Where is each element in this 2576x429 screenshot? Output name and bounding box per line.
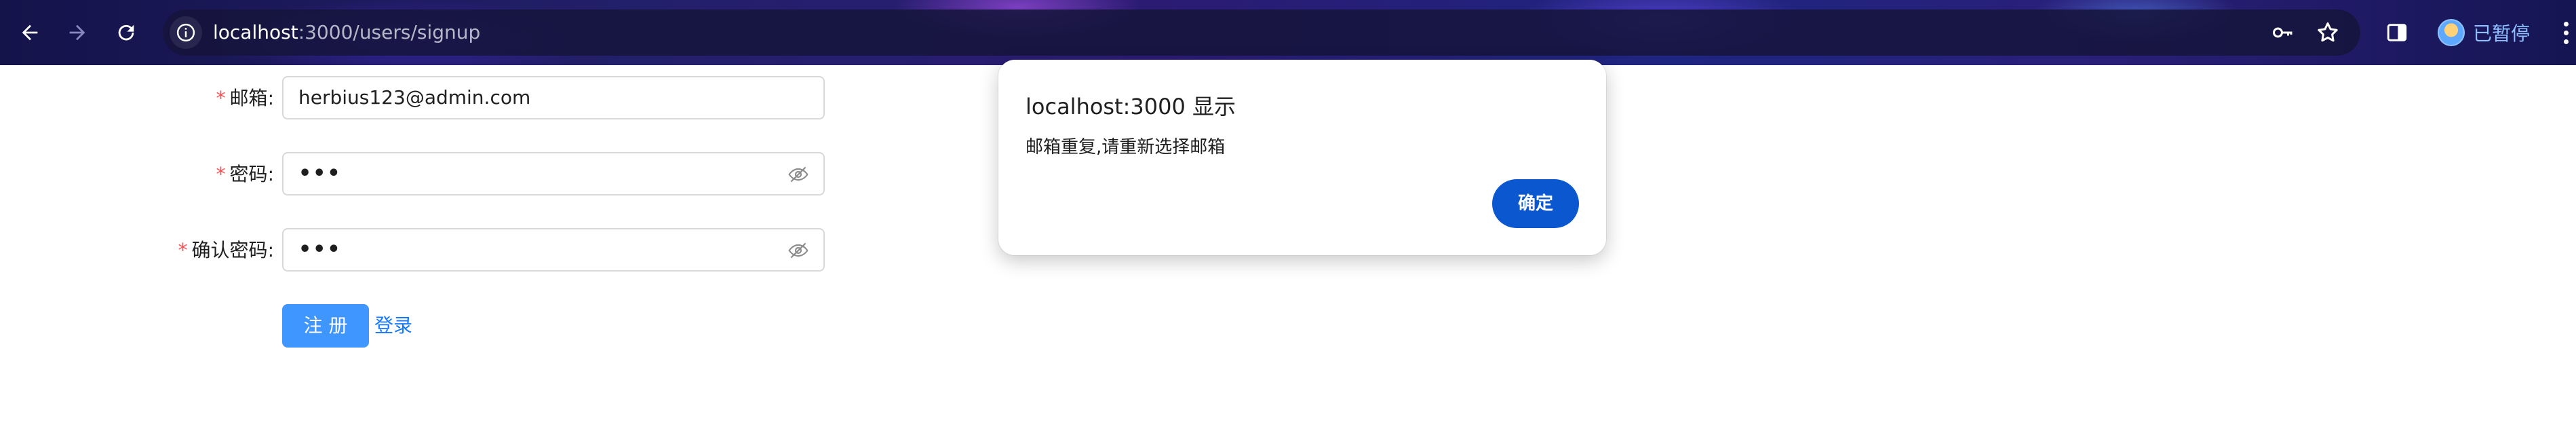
eye-off-icon <box>788 166 808 183</box>
url-host: localhost <box>213 21 298 43</box>
side-panel-button[interactable] <box>2382 18 2412 48</box>
password-visibility-toggle[interactable] <box>787 163 810 186</box>
password-key-button[interactable] <box>2269 19 2297 46</box>
password-label-text: 密码 <box>229 163 268 185</box>
dialog-ok-button[interactable]: 确定 <box>1492 179 1579 228</box>
label-colon: : <box>267 239 274 261</box>
password-field[interactable]: ••• <box>282 152 825 195</box>
profile-button[interactable]: 已暂停 <box>2438 12 2530 53</box>
profile-status-label: 已暂停 <box>2473 22 2531 45</box>
confirm-password-label: * 确认密码: <box>136 228 274 273</box>
more-menu-icon[interactable] <box>2556 16 2576 49</box>
eye-off-icon <box>788 242 808 259</box>
forward-arrow-icon <box>69 24 85 41</box>
star-icon <box>2318 22 2338 42</box>
site-info-button[interactable] <box>170 16 202 49</box>
reload-button[interactable] <box>109 15 144 50</box>
label-colon: : <box>267 163 274 185</box>
signup-button[interactable]: 注 册 <box>282 304 369 348</box>
dialog-title: localhost:3000 显示 <box>1026 94 1236 119</box>
label-colon: : <box>267 87 274 109</box>
forward-button[interactable] <box>60 15 95 50</box>
bookmark-button[interactable] <box>2314 19 2341 46</box>
back-button[interactable] <box>12 15 47 50</box>
email-field[interactable]: herbius123@admin.com <box>282 76 825 119</box>
confirm-password-label-text: 确认密码 <box>191 239 268 261</box>
email-value: herbius123@admin.com <box>298 86 531 109</box>
back-arrow-icon <box>22 24 38 41</box>
alert-dialog: localhost:3000 显示 邮箱重复,请重新选择邮箱 确定 <box>998 60 1606 255</box>
reload-icon <box>118 24 134 41</box>
key-icon <box>2273 27 2292 38</box>
login-link[interactable]: 登录 <box>374 304 412 348</box>
confirm-password-visibility-toggle[interactable] <box>787 239 810 262</box>
password-value: ••• <box>298 162 342 185</box>
email-label: * 邮箱: <box>203 76 274 121</box>
side-panel-icon <box>2387 24 2407 41</box>
info-icon <box>176 23 195 42</box>
dialog-message: 邮箱重复,请重新选择邮箱 <box>1026 137 1226 157</box>
address-bar[interactable]: localhost:3000/users/signup <box>163 10 2360 56</box>
required-mark: * <box>216 163 226 185</box>
password-label: * 密码: <box>203 152 274 197</box>
email-label-text: 邮箱 <box>229 87 268 109</box>
url-text[interactable]: localhost:3000/users/signup <box>213 10 480 56</box>
browser-toolbar: localhost:3000/users/signup 已暂停 <box>0 0 2576 65</box>
avatar <box>2438 19 2465 46</box>
confirm-password-value: ••• <box>298 238 342 261</box>
confirm-password-field[interactable]: ••• <box>282 228 825 272</box>
required-mark: * <box>178 239 188 261</box>
url-path: :3000/users/signup <box>298 21 481 43</box>
required-mark: * <box>216 87 226 109</box>
